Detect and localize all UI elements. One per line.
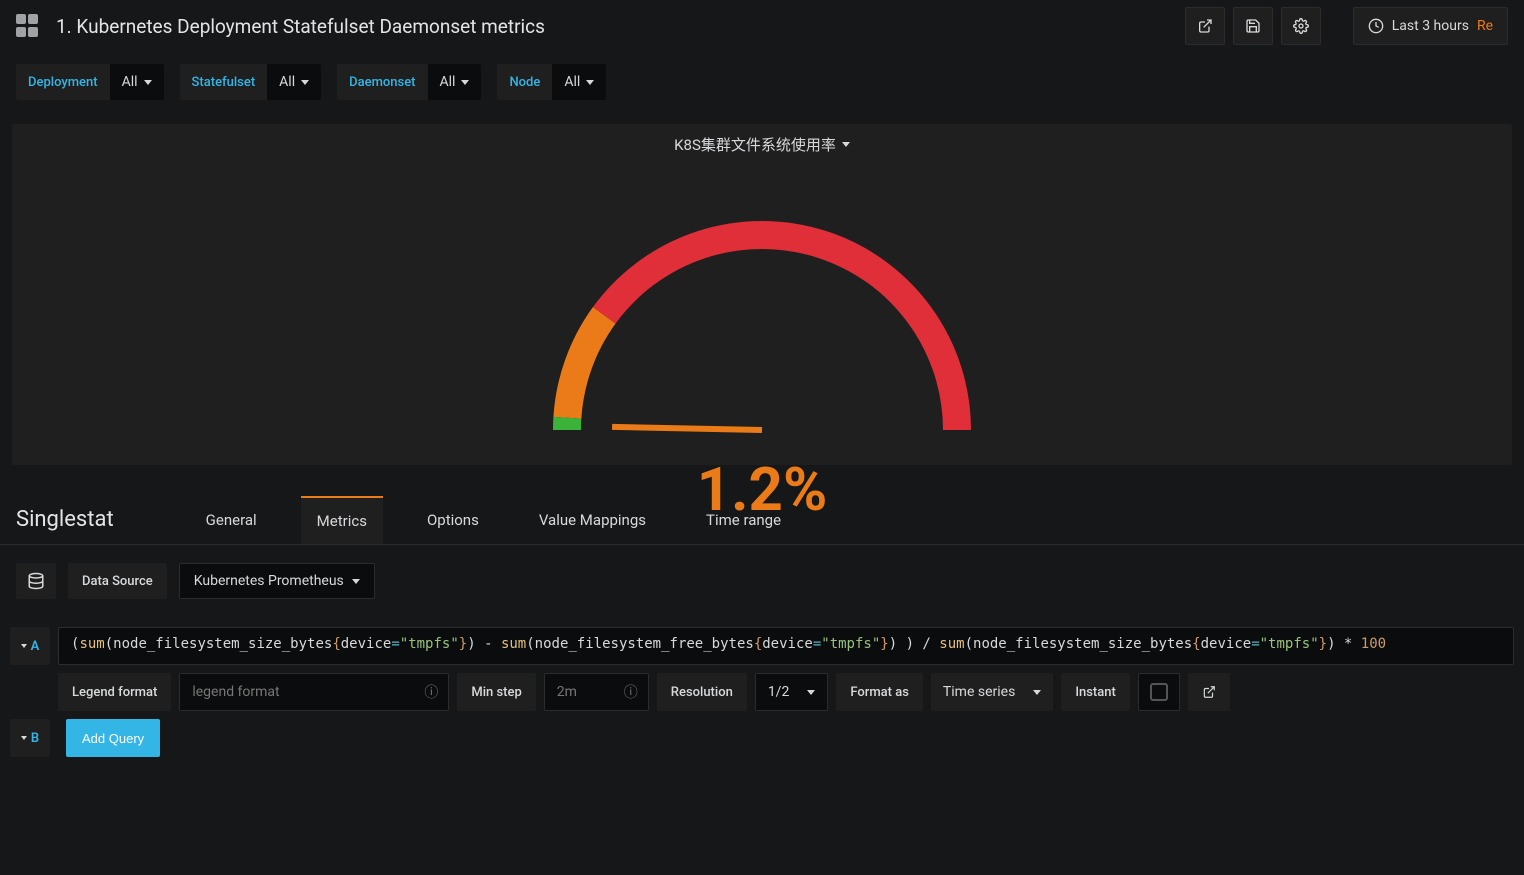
chevron-down-icon bbox=[586, 80, 594, 85]
query-link-button[interactable] bbox=[1188, 673, 1230, 711]
format-as-label: Format as bbox=[836, 673, 923, 711]
gauge-value: 1.2% bbox=[697, 454, 828, 525]
datasource-label: Data Source bbox=[68, 563, 167, 599]
filter-value-select[interactable]: All bbox=[552, 64, 606, 100]
legend-format-input[interactable]: legend format ⓘ bbox=[179, 673, 449, 711]
datasource-icon bbox=[16, 563, 56, 599]
chevron-down-icon bbox=[807, 690, 815, 695]
query-editor: A (sum(node_filesystem_size_bytes{device… bbox=[0, 617, 1524, 767]
datasource-select[interactable]: Kubernetes Prometheus bbox=[179, 563, 375, 599]
filter-label: Daemonset bbox=[337, 64, 427, 100]
filter-value-select[interactable]: All bbox=[267, 64, 321, 100]
legend-format-label: Legend format bbox=[58, 673, 171, 711]
chevron-down-icon bbox=[352, 579, 360, 584]
add-query-button[interactable]: Add Query bbox=[66, 719, 160, 757]
tab-metrics[interactable]: Metrics bbox=[301, 496, 383, 544]
query-expression-input[interactable]: (sum(node_filesystem_size_bytes{device="… bbox=[58, 627, 1514, 665]
resolution-label: Resolution bbox=[657, 673, 747, 711]
filter-deployment: Deployment All bbox=[16, 64, 164, 100]
dashboard-grid-icon[interactable] bbox=[16, 14, 40, 38]
editor-panel-type: Singlestat bbox=[16, 495, 114, 544]
chevron-down-icon bbox=[21, 736, 27, 740]
tab-value-mappings[interactable]: Value Mappings bbox=[523, 497, 662, 543]
query-a-toggle[interactable]: A bbox=[10, 627, 50, 665]
panel-title[interactable]: K8S集群文件系统使用率 bbox=[12, 134, 1512, 155]
filter-statefulset: Statefulset All bbox=[180, 64, 322, 100]
filter-node: Node All bbox=[497, 64, 606, 100]
filter-value-select[interactable]: All bbox=[428, 64, 482, 100]
filter-label: Statefulset bbox=[180, 64, 268, 100]
chevron-down-icon bbox=[461, 80, 469, 85]
chevron-down-icon bbox=[1033, 690, 1041, 695]
time-range-button[interactable]: Last 3 hours Re bbox=[1353, 7, 1508, 45]
min-step-input[interactable]: 2m ⓘ bbox=[544, 673, 649, 711]
tab-general[interactable]: General bbox=[190, 497, 273, 543]
filter-label: Node bbox=[497, 64, 552, 100]
save-button[interactable] bbox=[1233, 7, 1273, 45]
share-button[interactable] bbox=[1185, 7, 1225, 45]
top-bar: 1. Kubernetes Deployment Statefulset Dae… bbox=[0, 0, 1524, 52]
filter-value-select[interactable]: All bbox=[110, 64, 164, 100]
info-icon[interactable]: ⓘ bbox=[424, 682, 438, 702]
filter-daemonset: Daemonset All bbox=[337, 64, 481, 100]
chevron-down-icon bbox=[842, 142, 850, 147]
min-step-label: Min step bbox=[457, 673, 535, 711]
time-range-label: Last 3 hours bbox=[1392, 18, 1469, 34]
format-as-select[interactable]: Time series bbox=[931, 673, 1053, 711]
chevron-down-icon bbox=[144, 80, 152, 85]
settings-button[interactable] bbox=[1281, 7, 1321, 45]
variable-filter-row: Deployment All Statefulset All Daemonset… bbox=[0, 52, 1524, 124]
page-title: 1. Kubernetes Deployment Statefulset Dae… bbox=[56, 15, 545, 38]
chevron-down-icon bbox=[301, 80, 309, 85]
refresh-indicator: Re bbox=[1477, 18, 1493, 34]
chevron-down-icon bbox=[21, 644, 27, 648]
info-icon[interactable]: ⓘ bbox=[624, 682, 638, 702]
datasource-row: Data Source Kubernetes Prometheus bbox=[0, 545, 1524, 617]
gauge-chart bbox=[12, 165, 1512, 445]
instant-checkbox[interactable] bbox=[1138, 673, 1180, 711]
database-icon bbox=[27, 572, 45, 590]
clock-icon bbox=[1368, 18, 1384, 34]
filter-label: Deployment bbox=[16, 64, 110, 100]
singlestat-panel: K8S集群文件系统使用率 1.2% bbox=[12, 124, 1512, 465]
query-b-toggle[interactable]: B bbox=[10, 719, 50, 757]
instant-label: Instant bbox=[1061, 673, 1130, 711]
external-link-icon bbox=[1202, 685, 1216, 699]
tab-options[interactable]: Options bbox=[411, 497, 495, 543]
resolution-select[interactable]: 1/2 bbox=[755, 673, 829, 711]
